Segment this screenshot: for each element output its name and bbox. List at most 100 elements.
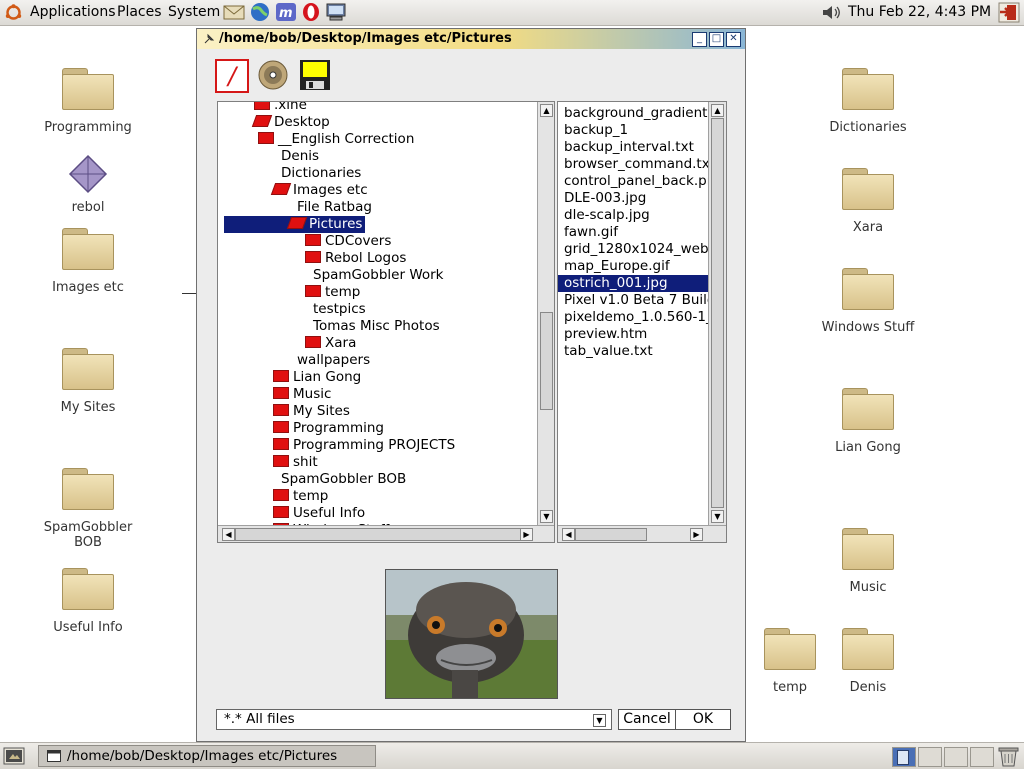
chevron-down-icon[interactable]: ▼ bbox=[593, 714, 606, 727]
scroll-down-icon[interactable]: ▼ bbox=[711, 510, 724, 523]
applications-menu[interactable]: Applications bbox=[30, 4, 116, 20]
show-desktop-icon[interactable] bbox=[3, 747, 25, 765]
computer-icon[interactable] bbox=[325, 2, 347, 22]
web-browser-icon[interactable] bbox=[249, 2, 271, 22]
tree-item[interactable]: testpics bbox=[313, 301, 366, 318]
desktop-icon-dictionaries[interactable]: Dictionaries bbox=[813, 68, 923, 135]
cancel-button[interactable]: Cancel bbox=[618, 709, 676, 730]
file-item[interactable]: map_Europe.gif bbox=[558, 258, 714, 275]
tree-item[interactable]: Programming PROJECTS bbox=[273, 437, 455, 454]
scroll-thumb[interactable] bbox=[235, 528, 521, 541]
file-item[interactable]: control_panel_back.pn bbox=[558, 173, 715, 190]
desktop-icon-programming[interactable]: Programming bbox=[33, 68, 143, 135]
tree-vertical-scrollbar[interactable]: ▲ ▼ bbox=[537, 102, 554, 525]
file-item[interactable]: Pixel v1.0 Beta 7 Build bbox=[558, 292, 715, 309]
file-item[interactable]: grid_1280x1024_web.j bbox=[558, 241, 717, 258]
title-bar[interactable]: /home/bob/Desktop/Images etc/Pictures _ … bbox=[197, 29, 745, 49]
desktop-icon-music[interactable]: Music bbox=[813, 528, 923, 595]
desktop-icon-lian-gong[interactable]: Lian Gong bbox=[813, 388, 923, 455]
folder-tree[interactable]: .xine Desktop __English Correction Denis Dic… bbox=[217, 101, 555, 543]
tree-item[interactable]: Xara bbox=[305, 335, 356, 352]
tree-item[interactable]: __English Correction bbox=[258, 131, 414, 148]
file-item[interactable]: browser_command.txt bbox=[558, 156, 715, 173]
scroll-up-icon[interactable]: ▲ bbox=[540, 104, 553, 117]
tree-item[interactable]: temp bbox=[305, 284, 360, 301]
file-item[interactable]: backup_interval.txt bbox=[558, 139, 714, 156]
tree-item[interactable]: My Sites bbox=[273, 403, 350, 420]
tree-item[interactable]: CDCovers bbox=[305, 233, 391, 250]
tree-item[interactable]: File Ratbag bbox=[297, 199, 372, 216]
file-item[interactable]: fawn.gif bbox=[558, 224, 714, 241]
tree-horizontal-scrollbar[interactable]: ◀ ▶ bbox=[218, 525, 554, 542]
file-item[interactable]: DLE-003.jpg bbox=[558, 190, 714, 207]
tree-item[interactable]: SpamGobbler Work bbox=[313, 267, 444, 284]
tree-item[interactable]: Denis bbox=[281, 148, 319, 165]
file-type-filter[interactable]: *.* All files ▼ bbox=[216, 709, 612, 730]
tree-item[interactable]: Programming bbox=[273, 420, 384, 437]
tree-item[interactable]: shit bbox=[273, 454, 318, 471]
file-list[interactable]: background_gradient.p backup_1 backup_inte… bbox=[557, 101, 727, 543]
tree-item[interactable]: Tomas Misc Photos bbox=[313, 318, 440, 335]
desktop-icon-rebol[interactable]: rebol bbox=[33, 154, 143, 215]
cd-drive-icon[interactable] bbox=[257, 59, 289, 91]
taskbar-window-button[interactable]: /home/bob/Desktop/Images etc/Pictures bbox=[38, 745, 376, 767]
desktop-icon-denis[interactable]: Denis bbox=[813, 628, 923, 695]
tree-item[interactable]: SpamGobbler BOB bbox=[281, 471, 406, 488]
floppy-disk-icon[interactable] bbox=[299, 59, 331, 91]
tree-item[interactable]: Rebol Logos bbox=[305, 250, 406, 267]
ok-button[interactable]: OK bbox=[675, 709, 731, 730]
desktop-icon-xara[interactable]: Xara bbox=[813, 168, 923, 235]
tree-item[interactable]: Pictures bbox=[224, 216, 366, 233]
files-horizontal-scrollbar[interactable]: ◀ ▶ bbox=[558, 525, 726, 542]
file-item[interactable]: dle-scalp.jpg bbox=[558, 207, 714, 224]
close-button[interactable]: ✕ bbox=[726, 32, 741, 47]
tree-item[interactable]: Music bbox=[273, 386, 331, 403]
scroll-left-icon[interactable]: ◀ bbox=[562, 528, 575, 541]
tree-item[interactable]: Useful Info bbox=[273, 505, 365, 522]
file-item[interactable]: pixeldemo_1.0.560-1_i bbox=[558, 309, 716, 326]
workspace-1[interactable] bbox=[892, 747, 916, 767]
maximize-button[interactable]: □ bbox=[709, 32, 724, 47]
file-item[interactable]: ostrich_001.jpg bbox=[558, 275, 714, 292]
files-vertical-scrollbar[interactable]: ▲ ▼ bbox=[708, 102, 726, 525]
scroll-down-icon[interactable]: ▼ bbox=[540, 510, 553, 523]
workspace-3[interactable] bbox=[944, 747, 968, 767]
tree-item[interactable]: Dictionaries bbox=[281, 165, 361, 182]
pin-icon[interactable] bbox=[203, 33, 215, 45]
tree-item[interactable]: Images etc bbox=[270, 182, 368, 199]
opera-browser-icon[interactable] bbox=[300, 2, 322, 22]
scroll-right-icon[interactable]: ▶ bbox=[690, 528, 703, 541]
file-item[interactable]: background_gradient.p bbox=[558, 105, 720, 122]
root-folder-button[interactable]: / bbox=[215, 59, 249, 93]
trash-icon[interactable] bbox=[997, 746, 1020, 767]
logout-icon[interactable] bbox=[998, 2, 1020, 23]
desktop-icon-windows-stuff[interactable]: Windows Stuff bbox=[813, 268, 923, 335]
desktop-icon-my-sites[interactable]: My Sites bbox=[33, 348, 143, 415]
tree-item[interactable]: temp bbox=[273, 488, 328, 505]
minimize-button[interactable]: _ bbox=[692, 32, 707, 47]
ubuntu-logo-icon[interactable] bbox=[5, 4, 22, 21]
scroll-left-icon[interactable]: ◀ bbox=[222, 528, 235, 541]
tree-item[interactable]: Desktop bbox=[251, 114, 330, 131]
desktop-icon-spamgobbler-bob[interactable]: SpamGobbler BOB bbox=[33, 468, 143, 550]
desktop-icon-useful-info[interactable]: Useful Info bbox=[33, 568, 143, 635]
file-item[interactable]: preview.htm bbox=[558, 326, 714, 343]
tree-item[interactable]: Lian Gong bbox=[273, 369, 361, 386]
scroll-thumb[interactable] bbox=[575, 528, 647, 541]
places-menu[interactable]: Places bbox=[117, 4, 162, 20]
scroll-thumb[interactable] bbox=[540, 312, 553, 410]
desktop-icon-images-etc[interactable]: Images etc bbox=[33, 228, 143, 295]
tree-item[interactable]: wallpapers bbox=[297, 352, 370, 369]
file-item[interactable]: backup_1 bbox=[558, 122, 714, 139]
tree-item[interactable]: .xine bbox=[254, 102, 307, 114]
volume-icon[interactable] bbox=[822, 5, 842, 20]
workspace-2[interactable] bbox=[918, 747, 942, 767]
scroll-up-icon[interactable]: ▲ bbox=[711, 104, 724, 117]
m-launcher-icon[interactable]: m bbox=[275, 2, 297, 22]
scroll-thumb[interactable] bbox=[711, 118, 724, 508]
scroll-right-icon[interactable]: ▶ bbox=[520, 528, 533, 541]
mail-icon[interactable] bbox=[223, 2, 245, 22]
system-menu[interactable]: System bbox=[168, 4, 220, 20]
clock[interactable]: Thu Feb 22, 4:43 PM bbox=[848, 4, 991, 20]
file-item[interactable]: tab_value.txt bbox=[558, 343, 714, 360]
